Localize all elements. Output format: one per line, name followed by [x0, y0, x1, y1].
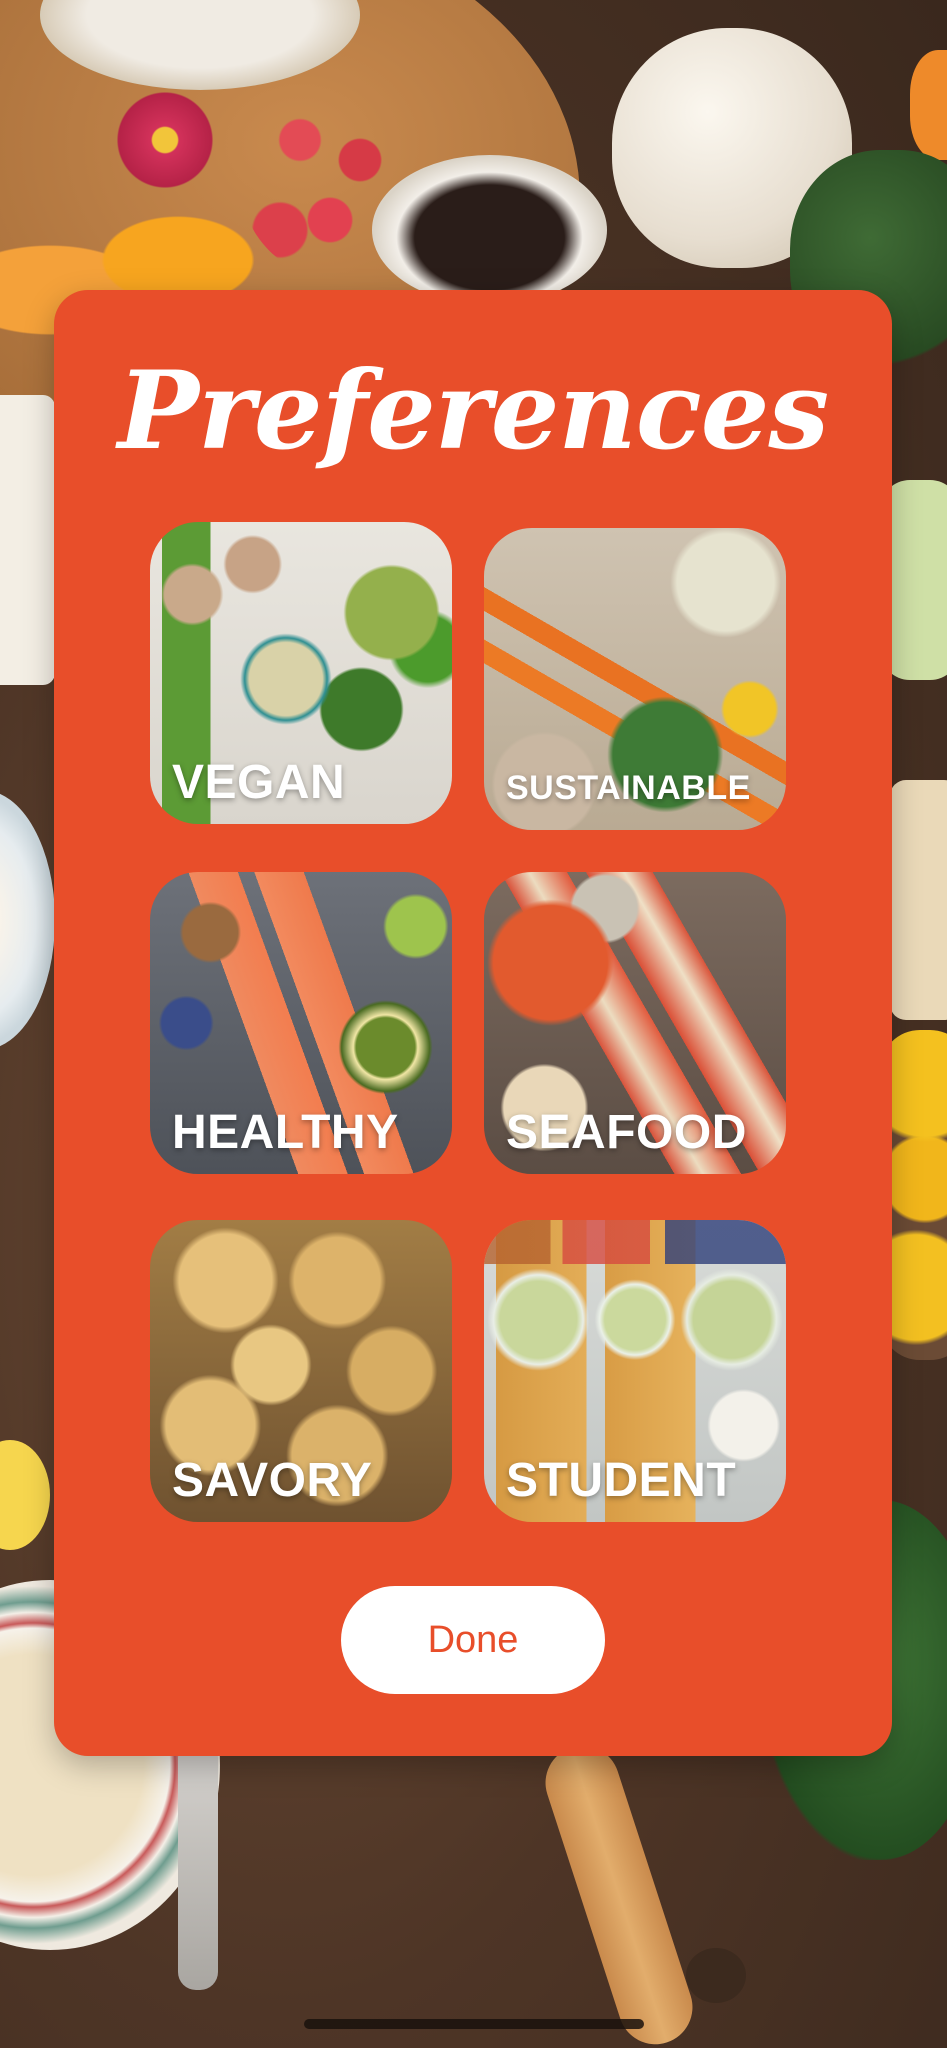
- preference-label: SAVORY: [172, 1454, 373, 1507]
- preferences-card: Preferences VEGAN SUSTAINABLE HEALTHY SE…: [54, 290, 892, 1756]
- preference-label: SEAFOOD: [506, 1106, 747, 1159]
- preference-label: VEGAN: [172, 756, 346, 809]
- preference-tile-vegan[interactable]: VEGAN: [150, 522, 452, 824]
- preference-label: STUDENT: [506, 1454, 737, 1507]
- preference-label: HEALTHY: [172, 1106, 399, 1159]
- done-button[interactable]: Done: [341, 1586, 605, 1694]
- preference-label: SUSTAINABLE: [506, 769, 751, 807]
- page-title: Preferences: [117, 348, 829, 474]
- preference-tile-student[interactable]: STUDENT: [484, 1220, 786, 1522]
- preference-tile-healthy[interactable]: HEALTHY: [150, 872, 452, 1174]
- preference-tile-savory[interactable]: SAVORY: [150, 1220, 452, 1522]
- home-indicator: [304, 2019, 644, 2029]
- preference-tile-seafood[interactable]: SEAFOOD: [484, 872, 786, 1174]
- preference-tile-sustainable[interactable]: SUSTAINABLE: [484, 528, 786, 830]
